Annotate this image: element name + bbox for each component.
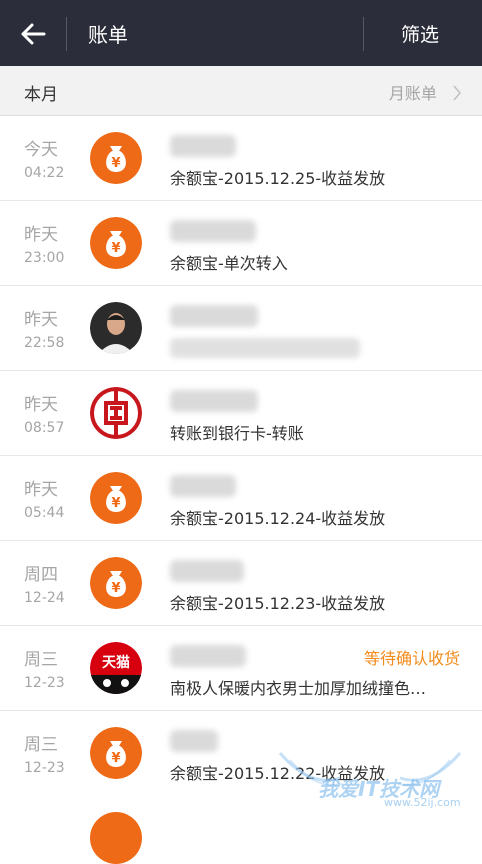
svg-text:¥: ¥ [111, 496, 120, 511]
transaction-icon: 天猫 [90, 642, 142, 694]
transaction-row[interactable]: 今天 04:22 ¥ 余额宝-2015.12.25-收益发放 [0, 116, 482, 201]
transaction-time: 12-23 [24, 675, 65, 691]
transaction-icon: ¥ [90, 217, 142, 269]
transaction-row[interactable]: 昨天 05:44 ¥ 余额宝-2015.12.24-收益发放 [0, 456, 482, 541]
amount-redacted [170, 645, 246, 667]
transaction-day: 昨天 [24, 310, 58, 330]
transaction-time: 05:44 [24, 505, 65, 521]
avatar [90, 302, 142, 354]
transaction-row[interactable]: 昨天 23:00 ¥ 余额宝-单次转入 [0, 201, 482, 286]
transaction-day: 昨天 [24, 480, 58, 500]
amount-redacted [170, 220, 256, 242]
header-divider [363, 17, 364, 51]
transaction-day: 周三 [24, 650, 58, 670]
svg-text:¥: ¥ [111, 241, 120, 256]
filter-button[interactable]: 筛选 [401, 20, 439, 47]
top-navigation-bar: 账单 筛选 [0, 0, 482, 66]
transaction-day: 昨天 [24, 395, 58, 415]
monthly-bill-label: 月账单 [388, 84, 437, 103]
svg-text:¥: ¥ [111, 581, 120, 596]
watermark-url: www.52ij.com [384, 796, 461, 809]
money-bag-icon [90, 812, 142, 864]
amount-redacted [170, 475, 236, 497]
money-bag-icon: ¥ [90, 472, 142, 524]
transaction-time: 12-23 [24, 760, 65, 776]
transaction-time: 23:00 [24, 250, 65, 266]
transaction-description: 余额宝-单次转入 [170, 254, 288, 273]
section-title: 本月 [24, 85, 58, 105]
description-redacted [170, 338, 360, 358]
page-title: 账单 [88, 23, 128, 47]
transaction-time: 04:22 [24, 165, 65, 181]
money-bag-icon: ¥ [90, 727, 142, 779]
transaction-icon [90, 302, 142, 354]
amount-redacted [170, 135, 236, 157]
money-bag-icon: ¥ [90, 132, 142, 184]
transaction-description: 余额宝-2015.12.25-收益发放 [170, 169, 386, 188]
back-button[interactable] [14, 15, 52, 53]
monthly-bill-link[interactable]: 月账单 [389, 80, 462, 104]
transaction-status: 等待确认收货 [363, 649, 460, 668]
transaction-icon [90, 387, 142, 439]
header-divider [66, 17, 67, 51]
money-bag-icon: ¥ [90, 557, 142, 609]
transaction-time: 22:58 [24, 335, 65, 351]
icbc-bank-icon [90, 387, 142, 439]
transaction-day: 周三 [24, 735, 58, 755]
transaction-icon: ¥ [90, 557, 142, 609]
transaction-row[interactable]: 昨天 22:58 [0, 286, 482, 371]
transaction-time: 08:57 [24, 420, 65, 436]
amount-redacted [170, 305, 258, 327]
transaction-description: 南极人保暖内衣男士加厚加绒撞色… [170, 679, 427, 698]
svg-text:¥: ¥ [111, 156, 120, 171]
transaction-row[interactable]: 周三 12-23 天猫南极人保暖内衣男士加厚加绒撞色… 等待确认收货 [0, 626, 482, 711]
tmall-icon-label: 天猫 [102, 654, 130, 671]
money-bag-icon: ¥ [90, 217, 142, 269]
transaction-list: 今天 04:22 ¥ 余额宝-2015.12.25-收益发放昨天 23:00 ¥ 余额宝-单… [0, 116, 482, 796]
month-section-header: 本月 月账单 [0, 66, 482, 116]
transaction-icon: ¥ [90, 727, 142, 779]
amount-redacted [170, 560, 244, 582]
transaction-time: 12-24 [24, 590, 65, 606]
transaction-day: 昨天 [24, 225, 58, 245]
transaction-description: 转账到银行卡-转账 [170, 424, 304, 443]
tmall-icon: 天猫 [90, 642, 142, 694]
transaction-description: 余额宝-2015.12.24-收益发放 [170, 509, 386, 528]
transaction-day: 周四 [24, 565, 58, 585]
svg-text:¥: ¥ [111, 751, 120, 766]
transaction-row[interactable]: 周四 12-24 ¥ 余额宝-2015.12.23-收益发放 [0, 541, 482, 626]
amount-redacted [170, 390, 258, 412]
transaction-description: 余额宝-2015.12.23-收益发放 [170, 594, 386, 613]
back-arrow-icon [21, 23, 46, 45]
transaction-row[interactable]: 昨天 08:57 转账到银行卡-转账 [0, 371, 482, 456]
chevron-right-icon [453, 85, 462, 101]
transaction-icon: ¥ [90, 132, 142, 184]
amount-redacted [170, 730, 218, 752]
transaction-day: 今天 [24, 140, 58, 160]
transaction-icon: ¥ [90, 472, 142, 524]
